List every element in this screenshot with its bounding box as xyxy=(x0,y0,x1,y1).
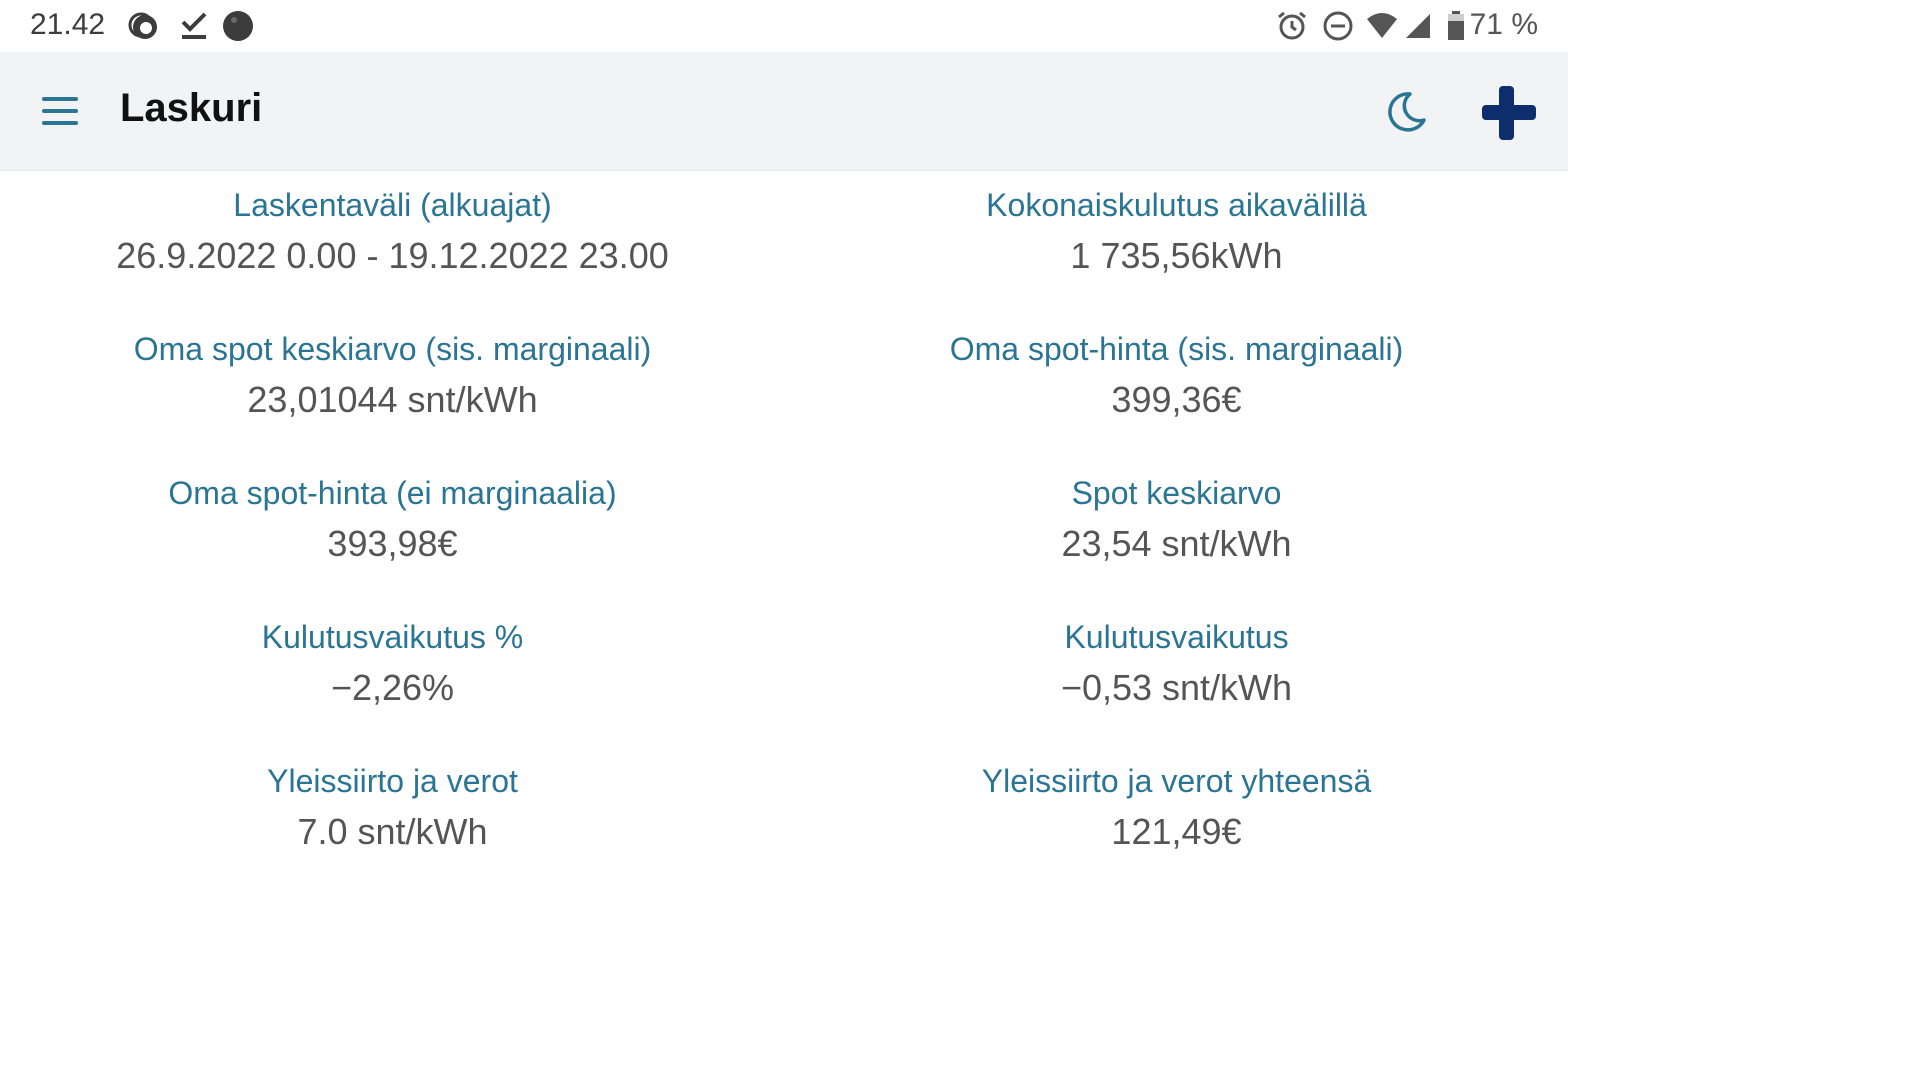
stat-value: 23,01044 snt/kWh xyxy=(247,379,538,420)
stat-value: 26.9.2022 0.00 - 19.12.2022 23.00 xyxy=(116,235,669,276)
stat-value: 399,36€ xyxy=(1111,379,1242,420)
stat-label: Yleissiirto ja verot yhteensä xyxy=(981,763,1372,799)
status-time: 21.42 xyxy=(30,8,106,41)
notification-app-icon xyxy=(128,12,157,39)
do-not-disturb-icon xyxy=(1323,11,1353,41)
stat-own-spot-average: Oma spot keskiarvo (sis. marginaali) 23,… xyxy=(0,328,785,472)
stat-own-spot-price-no-margin: Oma spot-hinta (ei marginaalia) 393,98€ xyxy=(0,472,785,616)
wifi-icon xyxy=(1367,13,1397,38)
status-bar: 21.42 71 % xyxy=(0,0,1568,52)
download-done-icon xyxy=(181,12,207,39)
finnish-flag-icon[interactable] xyxy=(1482,86,1536,140)
stat-label: Oma spot-hinta (ei marginaalia) xyxy=(168,475,617,511)
stat-consumption-effect-percent: Kulutusvaikutus % −2,26% xyxy=(0,616,785,760)
stat-transfer-and-taxes-total: Yleissiirto ja verot yhteensä 121,49€ xyxy=(785,760,1568,904)
battery-percent: 71 % xyxy=(1469,8,1538,41)
stat-label: Spot keskiarvo xyxy=(1071,475,1282,511)
circle-dot-icon xyxy=(223,11,253,41)
calculator-results: Laskentaväli (alkuajat) 26.9.2022 0.00 -… xyxy=(0,170,1568,882)
stat-total-consumption: Kokonaiskulutus aikavälillä 1 735,56kWh xyxy=(785,184,1568,328)
stat-value: 393,98€ xyxy=(327,523,458,564)
stat-label: Kulutusvaikutus xyxy=(1064,619,1289,655)
stat-label: Kulutusvaikutus % xyxy=(261,619,524,655)
signal-icon xyxy=(1406,14,1430,38)
stat-label: Oma spot keskiarvo (sis. marginaali) xyxy=(133,331,652,367)
stat-value: −2,26% xyxy=(330,667,455,708)
alarm-icon xyxy=(1278,11,1306,40)
stat-consumption-effect: Kulutusvaikutus −0,53 snt/kWh xyxy=(785,616,1568,760)
stats-grid: Laskentaväli (alkuajat) 26.9.2022 0.00 -… xyxy=(0,184,1568,904)
battery-icon xyxy=(1448,11,1464,40)
stat-transfer-and-taxes: Yleissiirto ja verot 7.0 snt/kWh xyxy=(0,760,785,904)
stat-value: 7.0 snt/kWh xyxy=(297,811,488,852)
app-bar: Laskuri xyxy=(0,52,1568,171)
stat-value: −0,53 snt/kWh xyxy=(1060,667,1293,708)
stat-value: 1 735,56kWh xyxy=(1070,235,1283,276)
page-title: Laskuri xyxy=(120,86,263,130)
hamburger-menu-icon[interactable] xyxy=(42,97,78,125)
stat-calculation-period: Laskentaväli (alkuajat) 26.9.2022 0.00 -… xyxy=(0,184,785,328)
stat-spot-average: Spot keskiarvo 23,54 snt/kWh xyxy=(785,472,1568,616)
stat-label: Yleissiirto ja verot xyxy=(267,763,518,799)
stat-label: Oma spot-hinta (sis. marginaali) xyxy=(949,331,1404,367)
stat-label: Laskentaväli (alkuajat) xyxy=(233,187,552,223)
moon-icon[interactable] xyxy=(1384,90,1428,134)
stat-label: Kokonaiskulutus aikavälillä xyxy=(986,187,1367,223)
stat-value: 23,54 snt/kWh xyxy=(1061,523,1292,564)
stat-value: 121,49€ xyxy=(1111,811,1242,852)
stat-own-spot-price-with-margin: Oma spot-hinta (sis. marginaali) 399,36€ xyxy=(785,328,1568,472)
